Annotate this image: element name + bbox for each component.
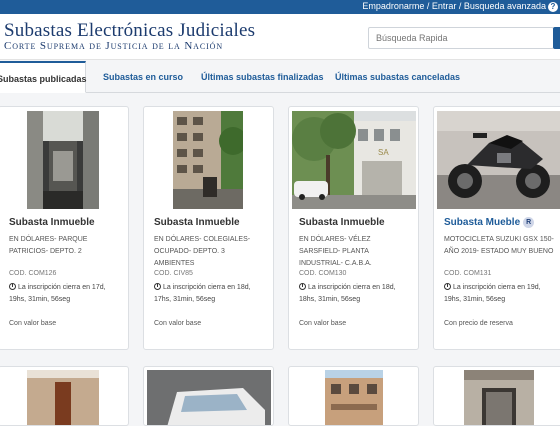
card-title[interactable]: Subasta Inmueble xyxy=(154,217,240,228)
tab-label: Últimas subastas finalizadas xyxy=(201,72,324,82)
card-code: COD. CIV85 xyxy=(154,270,193,277)
auction-card[interactable] xyxy=(0,366,129,426)
auction-card[interactable] xyxy=(433,366,560,426)
card-code: COD. COM130 xyxy=(299,270,347,277)
card-title[interactable]: Subasta Inmueble xyxy=(299,217,385,228)
property-photo[interactable] xyxy=(27,111,99,209)
card-title[interactable]: Subasta Mueble R xyxy=(444,217,535,228)
card-description: EN DÓLARES- COLEGIALES- OCUPADO- DEPTO. … xyxy=(154,236,251,267)
card-base: Con valor base xyxy=(9,320,57,327)
tab-label: Subastas publicadas xyxy=(0,74,87,84)
enter-link[interactable]: Entrar xyxy=(432,1,457,11)
card-closing-text: La inscripción cierra en 18d, 18hs, 31mi… xyxy=(299,284,396,303)
clock-icon xyxy=(444,283,451,290)
register-link[interactable]: Empadronarme xyxy=(362,1,424,11)
svg-text:SA: SA xyxy=(378,148,389,157)
property-photo[interactable] xyxy=(325,370,383,425)
auction-card[interactable] xyxy=(143,366,274,426)
card-closing-text: La inscripción cierra en 17d, 19hs, 31mi… xyxy=(9,284,106,303)
card-title-text: Subasta Mueble xyxy=(444,217,521,228)
reserve-badge: R xyxy=(523,217,535,228)
vehicle-photo[interactable] xyxy=(437,111,560,209)
card-description: EN DÓLARES- VÉLEZ SARSFIELD- PLANTA INDU… xyxy=(299,236,372,267)
site-title[interactable]: Subastas Electrónicas Judiciales xyxy=(4,20,255,42)
card-closing: La inscripción cierra en 17d, 19hs, 31mi… xyxy=(9,282,123,306)
card-code: COD. COM131 xyxy=(444,270,492,277)
clock-icon xyxy=(299,283,306,290)
card-title[interactable]: Subasta Inmueble xyxy=(9,217,95,228)
auction-card[interactable]: SA Subasta Inmueble EN DÓLARES- VÉLEZ SA… xyxy=(288,106,419,350)
tab-label: Últimas subastas canceladas xyxy=(335,72,461,82)
search-button[interactable] xyxy=(553,27,560,49)
card-closing-text: La inscripción cierra en 18d, 17hs, 31mi… xyxy=(154,284,251,303)
clock-icon xyxy=(154,283,161,290)
property-photo[interactable] xyxy=(464,370,534,425)
top-links: Empadronarme / Entrar / Busqueda avanzad… xyxy=(362,1,546,11)
auction-card[interactable] xyxy=(288,366,419,426)
auction-card[interactable]: Subasta Inmueble EN DÓLARES- PARQUE PATR… xyxy=(0,106,129,350)
tab-label: Subastas en curso xyxy=(103,72,184,82)
card-closing: La inscripción cierra en 18d, 17hs, 31mi… xyxy=(154,282,268,306)
property-photo[interactable] xyxy=(173,111,243,209)
site-subtitle-text: Corte Suprema de Justicia de la Nación xyxy=(4,40,224,52)
card-closing-text: La inscripción cierra en 19d, 19hs, 31mi… xyxy=(444,284,541,303)
top-bar: Empadronarme / Entrar / Busqueda avanzad… xyxy=(0,0,560,14)
vehicle-photo[interactable] xyxy=(147,370,271,425)
property-photo[interactable] xyxy=(27,370,99,425)
card-base: Con valor base xyxy=(299,320,347,327)
quick-search-input[interactable] xyxy=(368,27,554,49)
help-icon[interactable]: ? xyxy=(548,2,558,12)
tab-subastas-en-curso[interactable]: Subastas en curso xyxy=(103,61,183,93)
clock-icon xyxy=(9,283,16,290)
advanced-search-link[interactable]: Busqueda avanzada xyxy=(464,1,546,11)
tab-ultimas-canceladas[interactable]: Últimas subastas canceladas xyxy=(335,61,460,93)
property-photo[interactable]: SA xyxy=(292,111,416,209)
tab-bar: Subastas publicadas Subastas en curso Úl… xyxy=(0,61,560,93)
tab-ultimas-finalizadas[interactable]: Últimas subastas finalizadas xyxy=(201,61,324,93)
card-description: EN DÓLARES- PARQUE PATRICIOS- DEPTO. 2 xyxy=(9,236,88,255)
card-base: Con valor base xyxy=(154,320,202,327)
header: Subastas Electrónicas Judiciales Corte S… xyxy=(0,14,560,60)
card-code: COD. COM126 xyxy=(9,270,57,277)
card-closing: La inscripción cierra en 18d, 18hs, 31mi… xyxy=(299,282,413,306)
auction-card[interactable]: Subasta Mueble R MOTOCICLETA SUZUKI GSX 1… xyxy=(433,106,560,350)
card-base: Con precio de reserva xyxy=(444,320,513,327)
tab-subastas-publicadas[interactable]: Subastas publicadas xyxy=(0,61,87,93)
card-closing: La inscripción cierra en 19d, 19hs, 31mi… xyxy=(444,282,558,306)
card-description: MOTOCICLETA SUZUKI GSX 150- AÑO 2019- ES… xyxy=(444,236,554,255)
site-subtitle: Corte Suprema de Justicia de la Nación xyxy=(4,40,223,52)
auction-card[interactable]: Subasta Inmueble EN DÓLARES- COLEGIALES-… xyxy=(143,106,274,350)
